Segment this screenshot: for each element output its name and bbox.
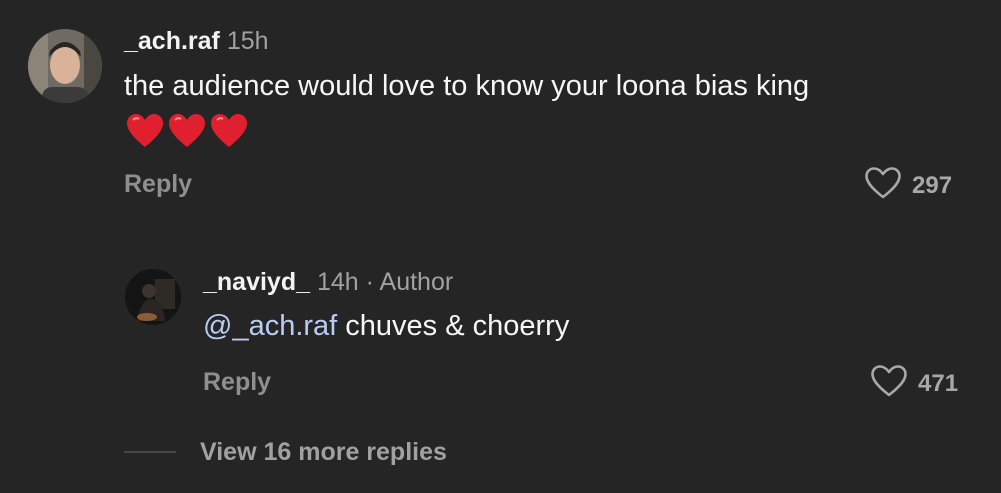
author-badge: Author [379,268,454,296]
commenter-avatar[interactable] [28,29,102,103]
reply-avatar[interactable] [125,269,181,325]
comment-timestamp: 15h [226,27,269,55]
reply-like-button[interactable]: 471 [870,364,958,403]
red-heart-emoji-icon [168,113,206,149]
reply-header: _naviyd_ 14h · Author [203,267,453,297]
heart-outline-icon [870,364,908,403]
comment-like-button[interactable]: 297 [864,166,952,205]
comment-emoji-row [126,113,248,149]
comment-username[interactable]: _ach.raf [124,27,220,55]
reply-timestamp: 14h [316,268,359,296]
red-heart-emoji-icon [210,113,248,149]
comment-text: the audience would love to know your loo… [124,70,810,102]
thread-divider [124,451,176,453]
reply-username[interactable]: _naviyd_ [203,268,310,296]
reply-like-count: 471 [918,369,959,397]
heart-outline-icon [864,166,902,205]
reply-text: @_ach.raf chuves & choerry [203,309,569,343]
red-heart-emoji-icon [126,113,164,149]
comment-reply-button[interactable]: Reply [124,169,192,199]
view-more-replies-button[interactable]: View 16 more replies [200,437,447,467]
reply-reply-button[interactable]: Reply [203,367,271,397]
comment-header: _ach.raf 15h [124,26,269,56]
mention-link[interactable]: @_ach.raf [203,310,337,342]
comment-like-count: 297 [912,171,953,199]
reply-meta-separator: · [358,268,380,296]
reply-body: chuves & choerry [337,310,570,342]
